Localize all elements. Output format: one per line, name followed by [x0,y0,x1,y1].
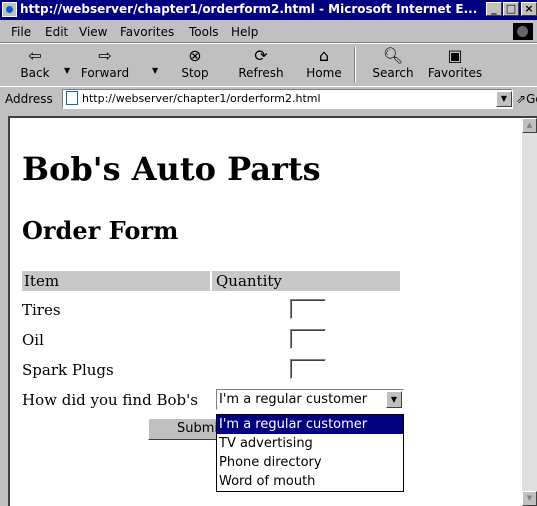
find-label: How did you find Bob's [22,391,198,409]
stop-button[interactable]: ⊗ Stop [168,45,222,85]
tires-quantity-input[interactable] [290,299,326,319]
row-label-tires: Tires [22,301,61,319]
maximize-button[interactable]: □ [503,2,519,16]
go-arrow-icon: ⇗ [516,92,527,106]
back-dropdown-icon[interactable]: ▼ [64,66,70,75]
close-button[interactable]: × [521,2,537,16]
back-arrow-icon: ⇦ [28,46,42,65]
menu-view[interactable]: View [79,25,107,39]
row-label-spark-plugs: Spark Plugs [22,361,114,379]
quantity-column-header: Quantity [212,271,400,291]
refresh-button[interactable]: ⟳ Refresh [234,45,288,85]
row-label-oil: Oil [22,331,44,349]
item-column-header: Item [22,271,210,291]
refresh-icon: ⟳ [254,46,268,65]
minimize-button[interactable]: _ [486,2,502,16]
submit-order-button[interactable]: Submit Order [148,418,222,440]
page-content: Bob's Auto Parts Order Form Item Quantit… [8,116,522,506]
home-icon: ⌂ [318,46,330,65]
refresh-label: Refresh [238,66,284,80]
form-heading: Order Form [22,216,179,245]
find-selected-value: I'm a regular customer [219,392,368,407]
menu-help[interactable]: Help [231,25,258,39]
menu-favorites[interactable]: Favorites [120,25,174,39]
scroll-down-button[interactable]: ▼ [522,491,537,506]
toolbar-separator [354,47,356,83]
find-option[interactable]: I'm a regular customer [217,415,403,434]
menu-edit[interactable]: Edit [45,25,68,39]
menu-bar: File Edit View Favorites Tools Help [0,21,537,43]
stop-icon: ⊗ [188,46,202,65]
address-bar: Address http://webserver/chapter1/orderf… [0,86,537,111]
scroll-up-button[interactable]: ▲ [522,118,537,133]
oil-quantity-input[interactable] [290,329,326,349]
find-option[interactable]: TV advertising [217,434,403,453]
window-title: http://webserver/chapter1/orderform2.htm… [20,2,478,16]
find-option[interactable]: Phone directory [217,453,403,472]
ie-page-icon [2,2,17,17]
back-button[interactable]: ⇦ Back [8,45,62,85]
page-icon [66,91,78,105]
menu-file[interactable]: File [11,25,31,39]
find-select[interactable]: I'm a regular customer ▼ [216,389,404,410]
ie-logo-icon [513,23,533,40]
search-button[interactable]: 🔍︎ Search [366,45,420,85]
page-heading: Bob's Auto Parts [22,150,321,188]
title-bar[interactable]: http://webserver/chapter1/orderform2.htm… [0,0,537,20]
favorites-label: Favorites [427,66,483,80]
search-icon: 🔍︎ [382,46,404,65]
back-label: Back [20,66,50,80]
forward-label: Forward [80,66,130,80]
search-label: Search [372,66,414,80]
toolbar: ⇦ Back ▼ ⇨ Forward ▼ ⊗ Stop ⟳ Refresh ⌂ … [0,43,537,87]
select-dropdown-icon[interactable]: ▼ [386,391,402,408]
go-label: Go [526,92,537,106]
forward-button[interactable]: ⇨ Forward [78,45,132,85]
address-url[interactable]: http://webserver/chapter1/orderform2.htm… [82,92,321,105]
go-button[interactable]: ⇗Go [516,92,537,106]
home-label: Home [306,66,342,80]
vertical-scrollbar[interactable]: ▲ ▼ [522,116,537,506]
forward-dropdown-icon[interactable]: ▼ [152,66,158,75]
find-option[interactable]: Word of mouth [217,472,403,491]
home-button[interactable]: ⌂ Home [297,45,351,85]
address-dropdown-button[interactable]: ▼ [496,91,512,107]
stop-label: Stop [181,66,209,80]
favorites-button[interactable]: ▣ Favorites [426,45,484,85]
find-dropdown-list: I'm a regular customer TV advertising Ph… [216,414,404,492]
forward-arrow-icon: ⇨ [98,46,112,65]
favorites-folder-icon: ▣ [447,46,463,65]
spark-plugs-quantity-input[interactable] [290,359,326,379]
menu-tools[interactable]: Tools [189,25,219,39]
address-label: Address [5,92,53,106]
